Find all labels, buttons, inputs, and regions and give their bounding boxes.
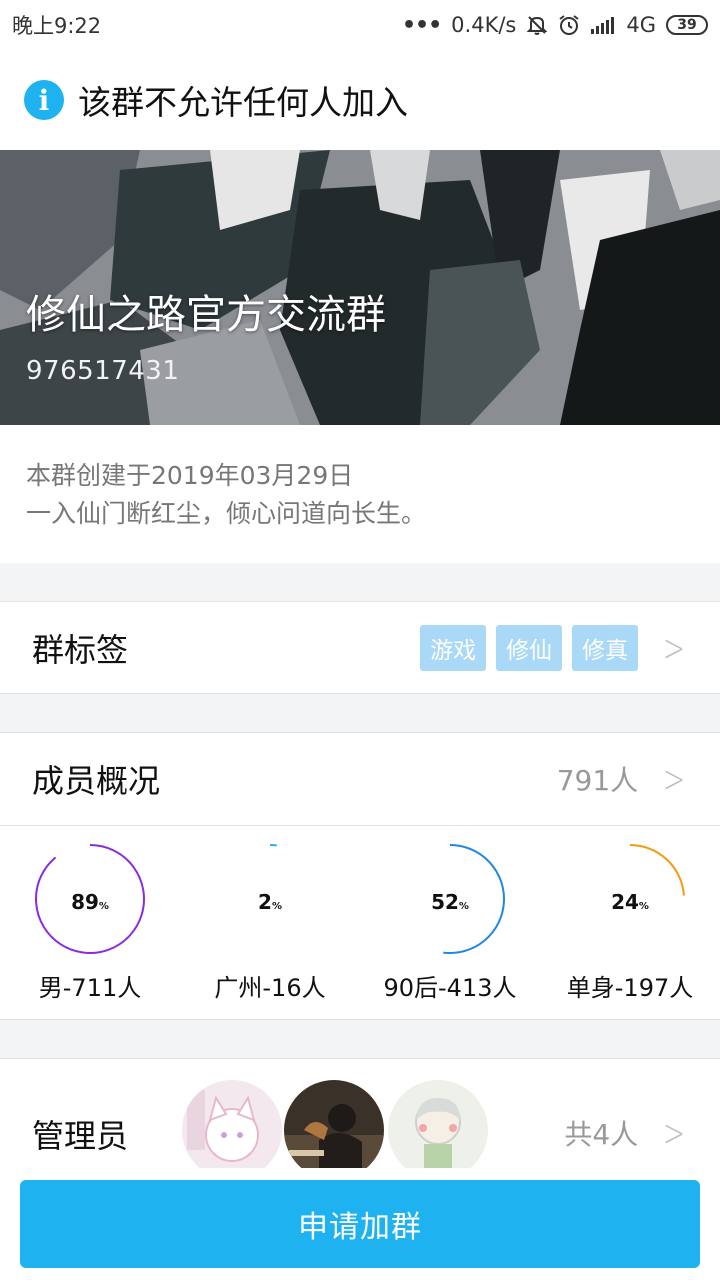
stat-label: 90后-413人: [383, 974, 517, 1002]
members-row[interactable]: 成员概况 791人 >: [0, 732, 720, 826]
stat-gender: 89% 男-711人: [0, 826, 180, 1020]
chevron-right-icon: >: [662, 1111, 686, 1155]
admins-title: 管理员: [32, 1117, 129, 1155]
stat-label: 单身-197人: [566, 974, 694, 1002]
chevron-right-icon: >: [662, 625, 686, 670]
stat-label: 广州-16人: [214, 974, 326, 1002]
created-date: 本群创建于2019年03月29日: [26, 461, 354, 490]
admins-right: 共4人 >: [564, 1111, 690, 1155]
info-icon: i: [24, 80, 64, 120]
tags-list: 游戏 修仙 修真 >: [410, 624, 690, 671]
percent-value: 89: [71, 890, 99, 914]
battery-icon: 39: [666, 15, 708, 35]
member-stats: 89% 男-711人 2% 广州-16人 52% 90后-413人 24% 单身…: [0, 826, 720, 1020]
percent-unit: %: [458, 901, 469, 912]
status-icons: ••• 0.4K/s 4G 39: [402, 13, 708, 38]
stat-label: 男-711人: [38, 974, 142, 1002]
tag-item: 修真: [572, 624, 639, 671]
battery-level: 39: [677, 17, 697, 33]
group-description: 本群创建于2019年03月29日 一入仙门断红尘，倾心问道向长生。: [0, 425, 720, 563]
admin-count: 共4人: [564, 1118, 639, 1151]
percent-value: 2: [258, 890, 272, 914]
member-count: 791人: [556, 764, 639, 797]
alarm-icon: [558, 14, 580, 36]
signal-icon: [590, 15, 616, 35]
network-type: 4G: [626, 13, 656, 37]
group-banner: 修仙之路官方交流群 976517431: [0, 150, 720, 425]
percent-unit: %: [638, 901, 649, 912]
group-name: 修仙之路官方交流群: [26, 292, 386, 338]
status-time: 晚上9:22: [12, 14, 102, 38]
group-intro: 一入仙门断红尘，倾心问道向长生。: [26, 499, 427, 528]
members-right: 791人 >: [557, 757, 690, 801]
stat-location: 2% 广州-16人: [180, 826, 360, 1020]
stat-percent: 24%: [540, 890, 720, 914]
stat-age: 52% 90后-413人: [360, 826, 540, 1020]
percent-unit: %: [98, 901, 109, 912]
percent-value: 24: [611, 890, 639, 914]
avatar[interactable]: [284, 1080, 384, 1180]
tag-item: 修仙: [496, 624, 563, 671]
stat-percent: 52%: [360, 890, 540, 914]
percent-value: 52: [431, 890, 459, 914]
tag-item: 游戏: [420, 624, 487, 671]
group-id: 976517431: [26, 356, 180, 386]
notice-text: 该群不允许任何人加入: [78, 83, 408, 122]
stat-percent: 2%: [180, 890, 360, 914]
mute-bell-icon: [526, 14, 548, 36]
stat-percent: 89%: [0, 890, 180, 914]
avatar[interactable]: [182, 1080, 282, 1180]
members-title: 成员概况: [32, 762, 161, 800]
apply-join-button[interactable]: 申请加群: [20, 1180, 700, 1268]
status-bar: 晚上9:22 ••• 0.4K/s 4G 39: [0, 0, 720, 50]
join-notice: i 该群不允许任何人加入: [0, 50, 720, 150]
avatar[interactable]: [388, 1080, 488, 1180]
more-dots-icon: •••: [401, 12, 442, 38]
percent-unit: %: [271, 901, 282, 912]
join-bar: 申请加群: [0, 1168, 720, 1280]
tags-row[interactable]: 群标签 游戏 修仙 修真 >: [0, 601, 720, 694]
stat-single: 24% 单身-197人: [540, 826, 720, 1020]
tags-title: 群标签: [32, 630, 129, 669]
network-speed: 0.4K/s: [451, 13, 517, 37]
chevron-right-icon: >: [662, 757, 686, 801]
